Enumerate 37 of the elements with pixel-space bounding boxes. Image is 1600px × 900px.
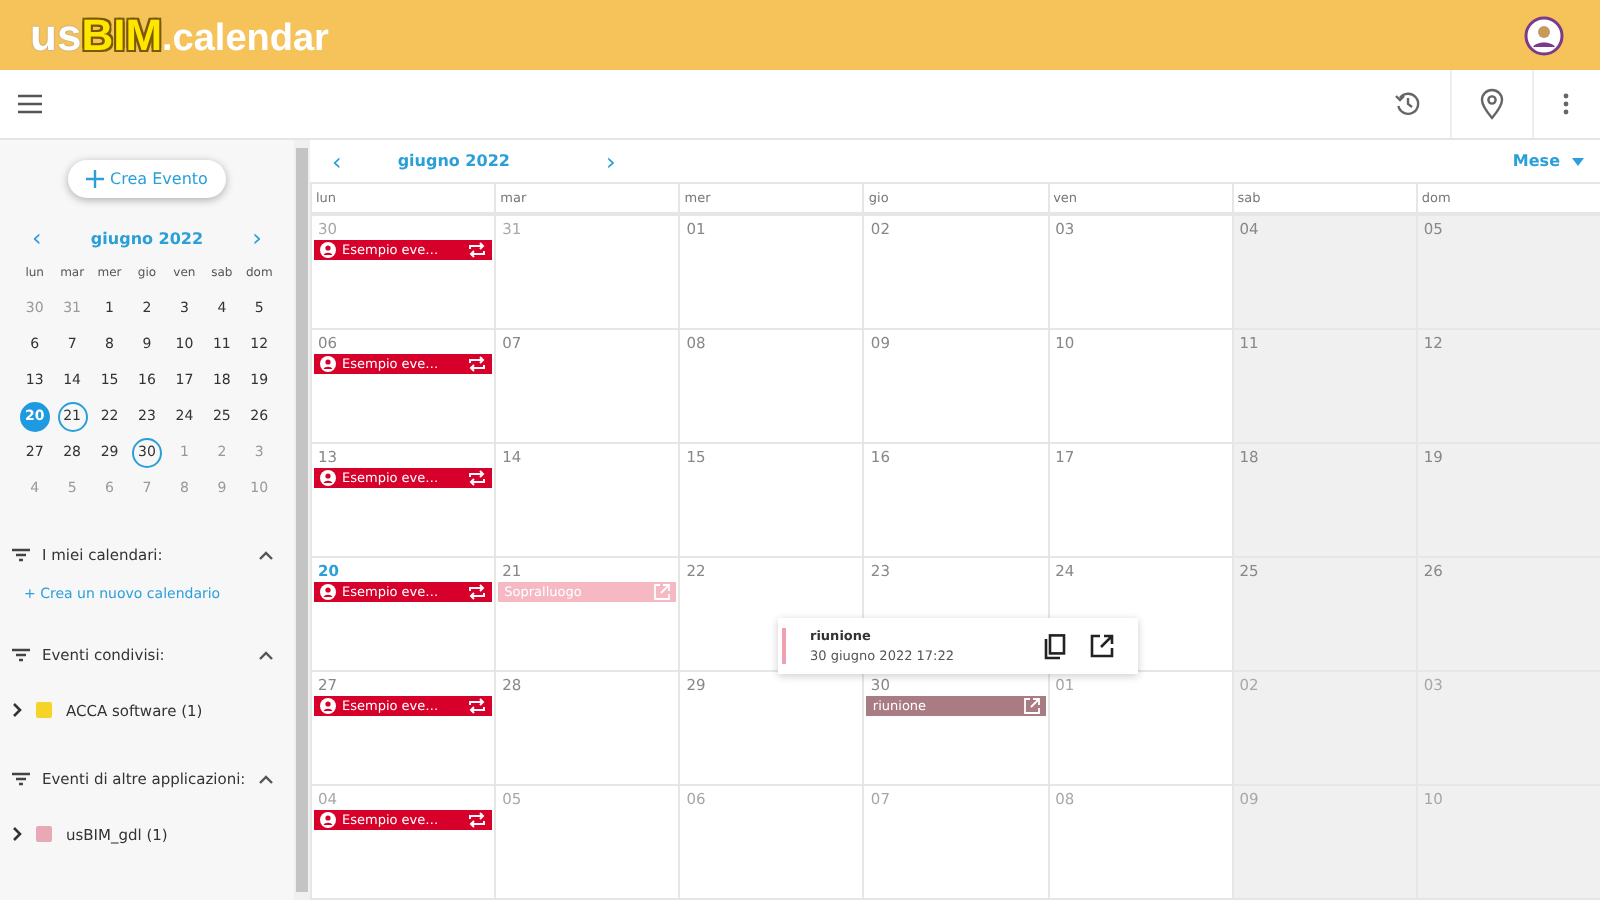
menu-icon[interactable]	[18, 94, 42, 114]
repeat-icon	[468, 242, 487, 258]
external-link-icon[interactable]	[1090, 634, 1114, 658]
filter-icon	[12, 771, 30, 785]
user-icon	[320, 698, 336, 714]
filter-icon	[12, 647, 30, 661]
repeat-icon	[468, 356, 487, 372]
user-icon	[320, 470, 336, 486]
expand-chevron-icon[interactable]	[12, 826, 22, 842]
expand-chevron-icon[interactable]	[12, 702, 22, 718]
dropdown-caret-icon	[1572, 157, 1584, 165]
app-logo: usBIM.calendar	[30, 9, 329, 61]
calendar-checkbox[interactable]	[36, 702, 52, 718]
user-icon	[320, 242, 336, 258]
avatar-icon[interactable]	[1524, 15, 1564, 55]
collapse-caret-icon[interactable]	[258, 549, 274, 559]
collapse-caret-icon[interactable]	[258, 773, 274, 783]
collapse-caret-icon[interactable]	[258, 649, 274, 659]
repeat-icon	[468, 698, 487, 714]
copy-icon[interactable]	[1044, 633, 1066, 659]
plus-icon	[86, 170, 105, 188]
filter-icon	[12, 547, 30, 561]
user-icon	[320, 356, 336, 372]
month-title: giugno 2022	[397, 152, 510, 170]
history-icon[interactable]	[1394, 90, 1422, 118]
user-icon	[320, 812, 336, 828]
mini-calendar-title: giugno 2022	[90, 229, 204, 247]
more-options-icon[interactable]	[1562, 92, 1570, 116]
scrollbar[interactable]	[294, 140, 310, 900]
repeat-icon	[468, 812, 487, 828]
calendar-checkbox[interactable]	[36, 826, 52, 842]
external-link-icon	[1023, 698, 1040, 714]
repeat-icon	[468, 470, 487, 486]
location-pin-icon[interactable]	[1480, 88, 1504, 120]
external-link-icon	[654, 584, 671, 600]
user-icon	[320, 584, 336, 600]
repeat-icon	[468, 584, 487, 600]
